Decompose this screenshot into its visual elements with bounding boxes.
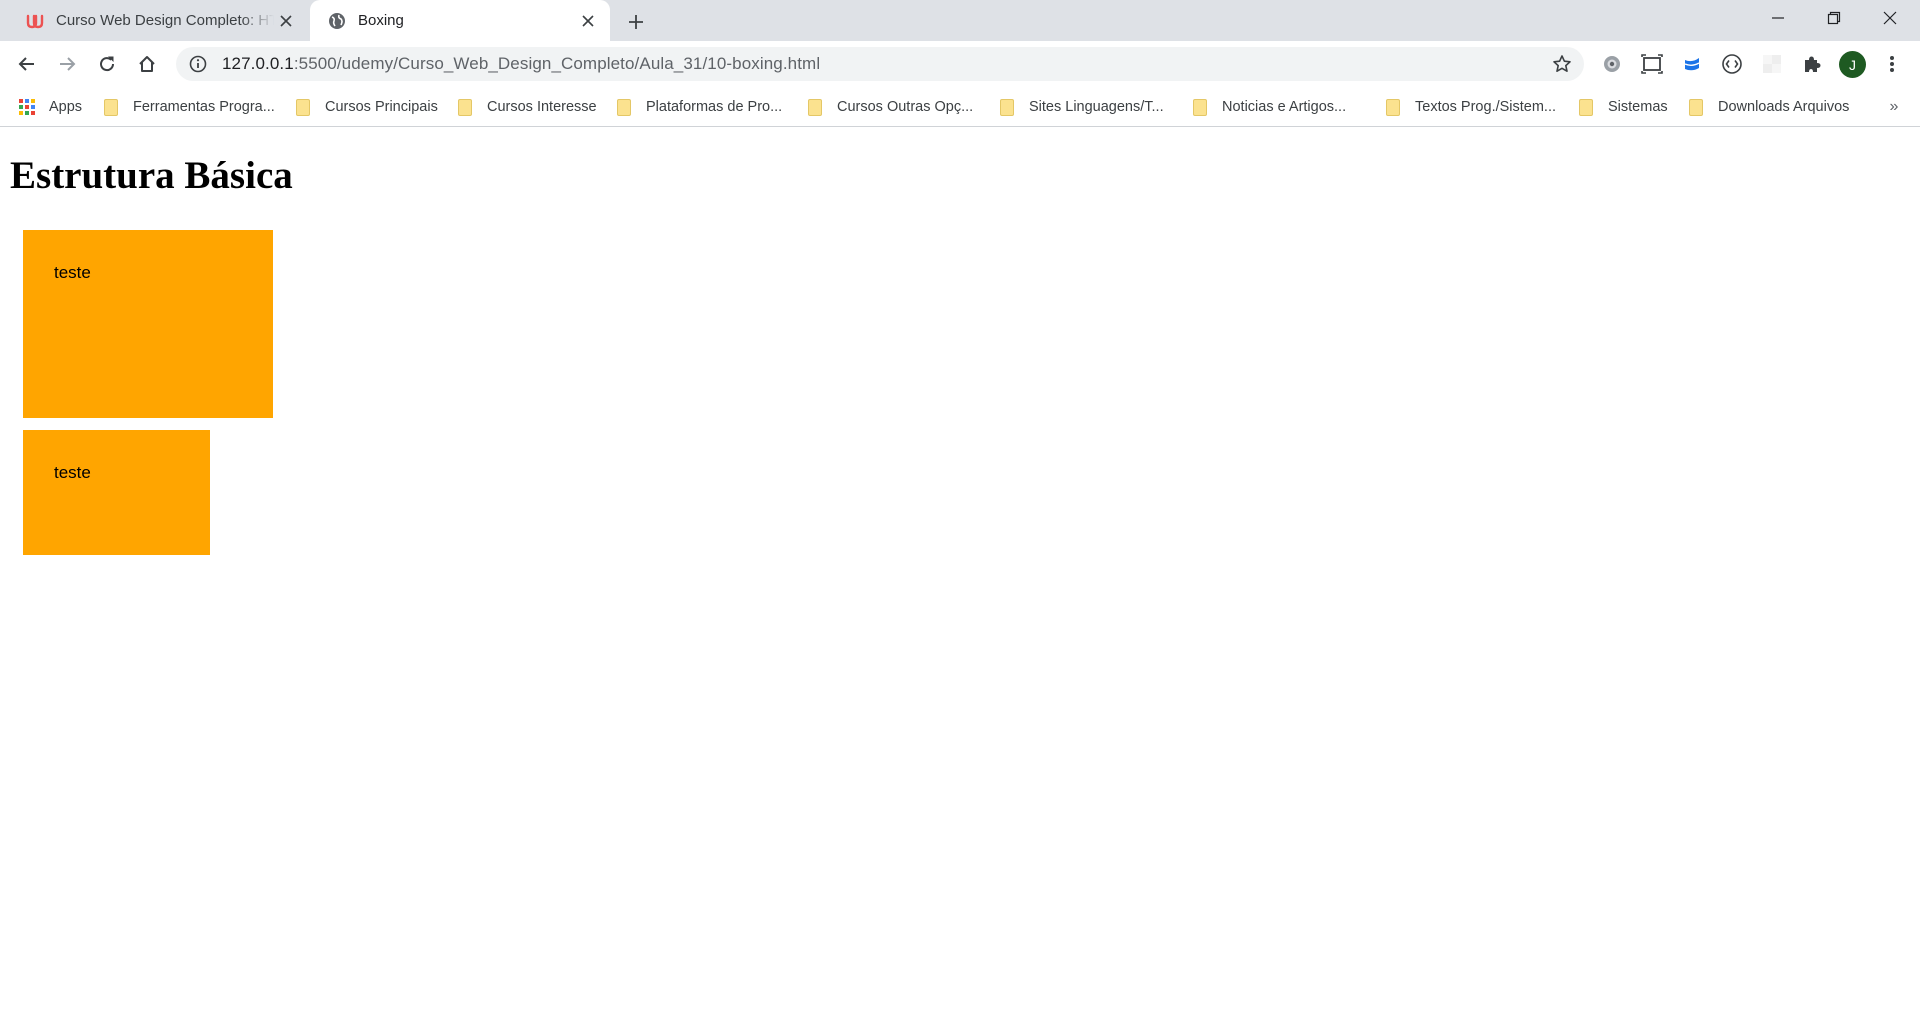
plus-icon — [629, 15, 643, 29]
profile-avatar[interactable]: J — [1839, 51, 1866, 78]
arrow-left-icon — [18, 57, 34, 71]
extension-code-icon[interactable] — [1718, 50, 1746, 78]
folder-icon — [294, 98, 312, 116]
folder-icon — [456, 98, 474, 116]
orange-box: teste — [23, 430, 210, 555]
folder-icon — [1577, 98, 1595, 116]
bookmark-star-icon[interactable] — [1550, 52, 1574, 76]
bookmark-label: Plataformas de Pro... — [646, 99, 783, 115]
url-text[interactable]: 127.0.0.1:5500/udemy/Curso_Web_Design_Co… — [222, 54, 820, 74]
bookmark-folder[interactable]: Cursos Interesse — [456, 95, 597, 119]
bookmark-label: Sistemas — [1608, 99, 1668, 115]
bookmark-folder[interactable]: Noticias e Artigos... — [1191, 95, 1346, 119]
back-button[interactable] — [11, 48, 43, 80]
tab-strip: Curso Web Design Completo: HTML Boxing — [0, 0, 1920, 41]
page-title: Estrutura Básica — [10, 154, 293, 197]
box-text: teste — [54, 463, 91, 482]
bookmark-label: Cursos Principais — [325, 99, 438, 115]
box-text: teste — [54, 263, 91, 282]
bookmark-label: Downloads Arquivos — [1718, 99, 1850, 115]
bookmark-label: Apps — [49, 99, 83, 115]
bookmark-folder[interactable]: Cursos Principais — [294, 95, 438, 119]
reload-button[interactable] — [91, 48, 123, 80]
new-tab-button[interactable] — [622, 8, 650, 36]
address-bar[interactable]: 127.0.0.1:5500/udemy/Curso_Web_Design_Co… — [176, 47, 1584, 81]
browser-toolbar: 127.0.0.1:5500/udemy/Curso_Web_Design_Co… — [0, 41, 1920, 87]
folder-icon — [1384, 98, 1402, 116]
close-window-button[interactable] — [1862, 0, 1918, 36]
chevron-double-right-icon[interactable]: » — [1882, 95, 1906, 119]
extension-blank-icon[interactable] — [1758, 50, 1786, 78]
restore-button[interactable] — [1806, 0, 1862, 36]
bookmark-folder[interactable]: Plataformas de Pro... — [615, 95, 782, 119]
arrow-right-icon — [60, 57, 76, 71]
globe-icon — [326, 10, 348, 32]
close-icon — [1883, 11, 1897, 25]
bookmark-label: Textos Prog./Sistem... — [1415, 99, 1557, 115]
folder-icon — [615, 98, 633, 116]
folder-icon — [998, 98, 1016, 116]
folder-icon — [102, 98, 120, 116]
close-tab-icon[interactable] — [576, 9, 600, 33]
folder-icon — [1687, 98, 1705, 116]
url-host: 127.0.0.1 — [222, 54, 294, 73]
extension-gear-icon[interactable] — [1598, 50, 1626, 78]
minimize-icon — [1772, 17, 1784, 19]
bookmark-label: Noticias e Artigos... — [1222, 99, 1347, 115]
folder-icon — [1191, 98, 1209, 116]
bookmark-apps[interactable]: Apps — [18, 95, 82, 119]
bookmark-label: Cursos Interesse — [487, 99, 597, 115]
home-icon — [139, 56, 155, 72]
url-path: :5500/udemy/Curso_Web_Design_Completo/Au… — [293, 54, 821, 73]
bookmark-label: Sites Linguagens/T... — [1029, 99, 1164, 115]
orange-box: teste — [23, 230, 273, 418]
minimize-button[interactable] — [1750, 0, 1806, 36]
extension-wave-icon[interactable] — [1678, 50, 1706, 78]
bookmark-folder[interactable]: Ferramentas Progra... — [102, 95, 275, 119]
bookmark-label: Ferramentas Progra... — [133, 99, 275, 115]
tab-udemy-course[interactable]: Curso Web Design Completo: HTML — [8, 0, 308, 41]
tab-boxing[interactable]: Boxing — [310, 0, 610, 41]
forward-button[interactable] — [51, 48, 83, 80]
bookmark-folder[interactable]: Textos Prog./Sistem... — [1384, 95, 1556, 119]
bookmark-folder[interactable]: Sites Linguagens/T... — [998, 95, 1164, 119]
tab-title: Boxing — [358, 12, 404, 29]
bookmark-folder[interactable]: Cursos Outras Opç... — [806, 95, 973, 119]
bookmark-label: Cursos Outras Opç... — [837, 99, 974, 115]
menu-dots-icon[interactable] — [1878, 50, 1906, 78]
page-content: Estrutura Básica teste teste — [0, 127, 1920, 1030]
home-button[interactable] — [131, 48, 163, 80]
restore-icon — [1827, 11, 1841, 25]
reload-icon — [100, 56, 115, 72]
close-tab-icon[interactable] — [274, 9, 298, 33]
bookmarks-bar: Apps Ferramentas Progra... Cursos Princi… — [0, 87, 1920, 127]
tab-title: Curso Web Design Completo: HTML — [56, 12, 274, 29]
folder-icon — [806, 98, 824, 116]
apps-grid-icon — [18, 98, 36, 116]
extensions-puzzle-icon[interactable] — [1798, 50, 1826, 78]
bookmark-folder[interactable]: Sistemas — [1577, 95, 1668, 119]
extension-screen-capture-icon[interactable] — [1638, 50, 1666, 78]
info-icon[interactable] — [188, 54, 208, 74]
bookmark-folder[interactable]: Downloads Arquivos — [1687, 95, 1849, 119]
udemy-logo-icon — [24, 10, 46, 32]
